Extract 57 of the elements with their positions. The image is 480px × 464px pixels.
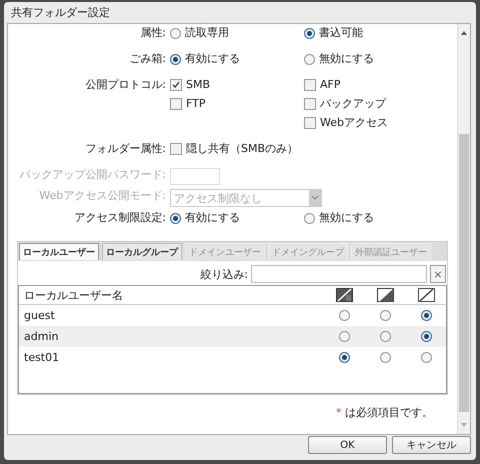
radio-button[interactable]: [380, 331, 390, 342]
option-label: 無効にする: [319, 52, 374, 66]
radio-button[interactable]: [304, 54, 315, 64]
filter-field[interactable]: [251, 265, 427, 283]
checkbox[interactable]: [170, 98, 182, 110]
radio-button[interactable]: [304, 212, 315, 224]
dialog-button[interactable]: キャンセル: [392, 436, 471, 454]
option-label: 有効にする: [185, 52, 240, 66]
write-read-icon: [336, 288, 352, 302]
option-label: 書込可能: [319, 26, 363, 40]
radio-button[interactable]: [170, 212, 181, 224]
dialog-button[interactable]: OK: [308, 436, 387, 454]
window-title: 共有フォルダー設定: [10, 5, 111, 21]
checkbox[interactable]: [304, 117, 316, 129]
option-label: FTP: [186, 97, 206, 111]
checkbox[interactable]: [170, 79, 182, 91]
checkbox[interactable]: [170, 143, 182, 155]
column-header: ローカルユーザー名: [23, 288, 124, 302]
tab[interactable]: ローカルユーザー: [19, 243, 99, 260]
checkbox[interactable]: [304, 98, 316, 110]
user-name: test01: [23, 351, 60, 364]
field-label: アクセス制限設定:: [73, 211, 167, 225]
option-label: 無効にする: [319, 211, 374, 225]
option-label: Webアクセス: [320, 116, 388, 130]
field-label: 属性:: [139, 26, 167, 40]
radio-button[interactable]: [170, 28, 181, 38]
scrollbar[interactable]: [457, 24, 470, 434]
radio-button[interactable]: [338, 310, 350, 321]
option-label: 有効にする: [185, 211, 240, 225]
option-label: AFP: [320, 78, 340, 92]
radio-button[interactable]: [380, 310, 390, 321]
radio-button[interactable]: [420, 331, 432, 342]
radio-button[interactable]: [420, 352, 432, 363]
option-label: SMB: [186, 78, 210, 92]
option-label: バックアップ: [320, 97, 386, 111]
radio-button[interactable]: [380, 352, 390, 363]
radio-button[interactable]: [338, 331, 350, 342]
option-label: 読取専用: [185, 26, 229, 40]
user-name: guest: [23, 309, 56, 322]
clear-button[interactable]: ×: [430, 265, 446, 283]
option-label: 隠し共有（SMBのみ）: [186, 142, 298, 156]
required-note: * は必須項目です。: [336, 406, 433, 419]
field-label: ごみ箱:: [128, 52, 167, 66]
checkbox[interactable]: [304, 79, 316, 91]
field-label: バックアップ公開パスワード:: [18, 168, 167, 182]
read-icon: [376, 288, 394, 302]
field-label: 公開プロトコル:: [84, 78, 167, 92]
radio-button[interactable]: [170, 54, 181, 64]
user-name: admin: [23, 330, 60, 343]
field-label: Webアクセス公開モード:: [38, 189, 167, 203]
filter-label: 絞り込み:: [200, 266, 248, 282]
field-label: フォルダー属性:: [84, 142, 167, 156]
radio-button[interactable]: [304, 28, 315, 38]
radio-button[interactable]: [338, 352, 350, 363]
no-access-icon: [418, 288, 434, 302]
tab[interactable]: ローカルグループ: [102, 243, 182, 260]
radio-button[interactable]: [420, 310, 432, 321]
